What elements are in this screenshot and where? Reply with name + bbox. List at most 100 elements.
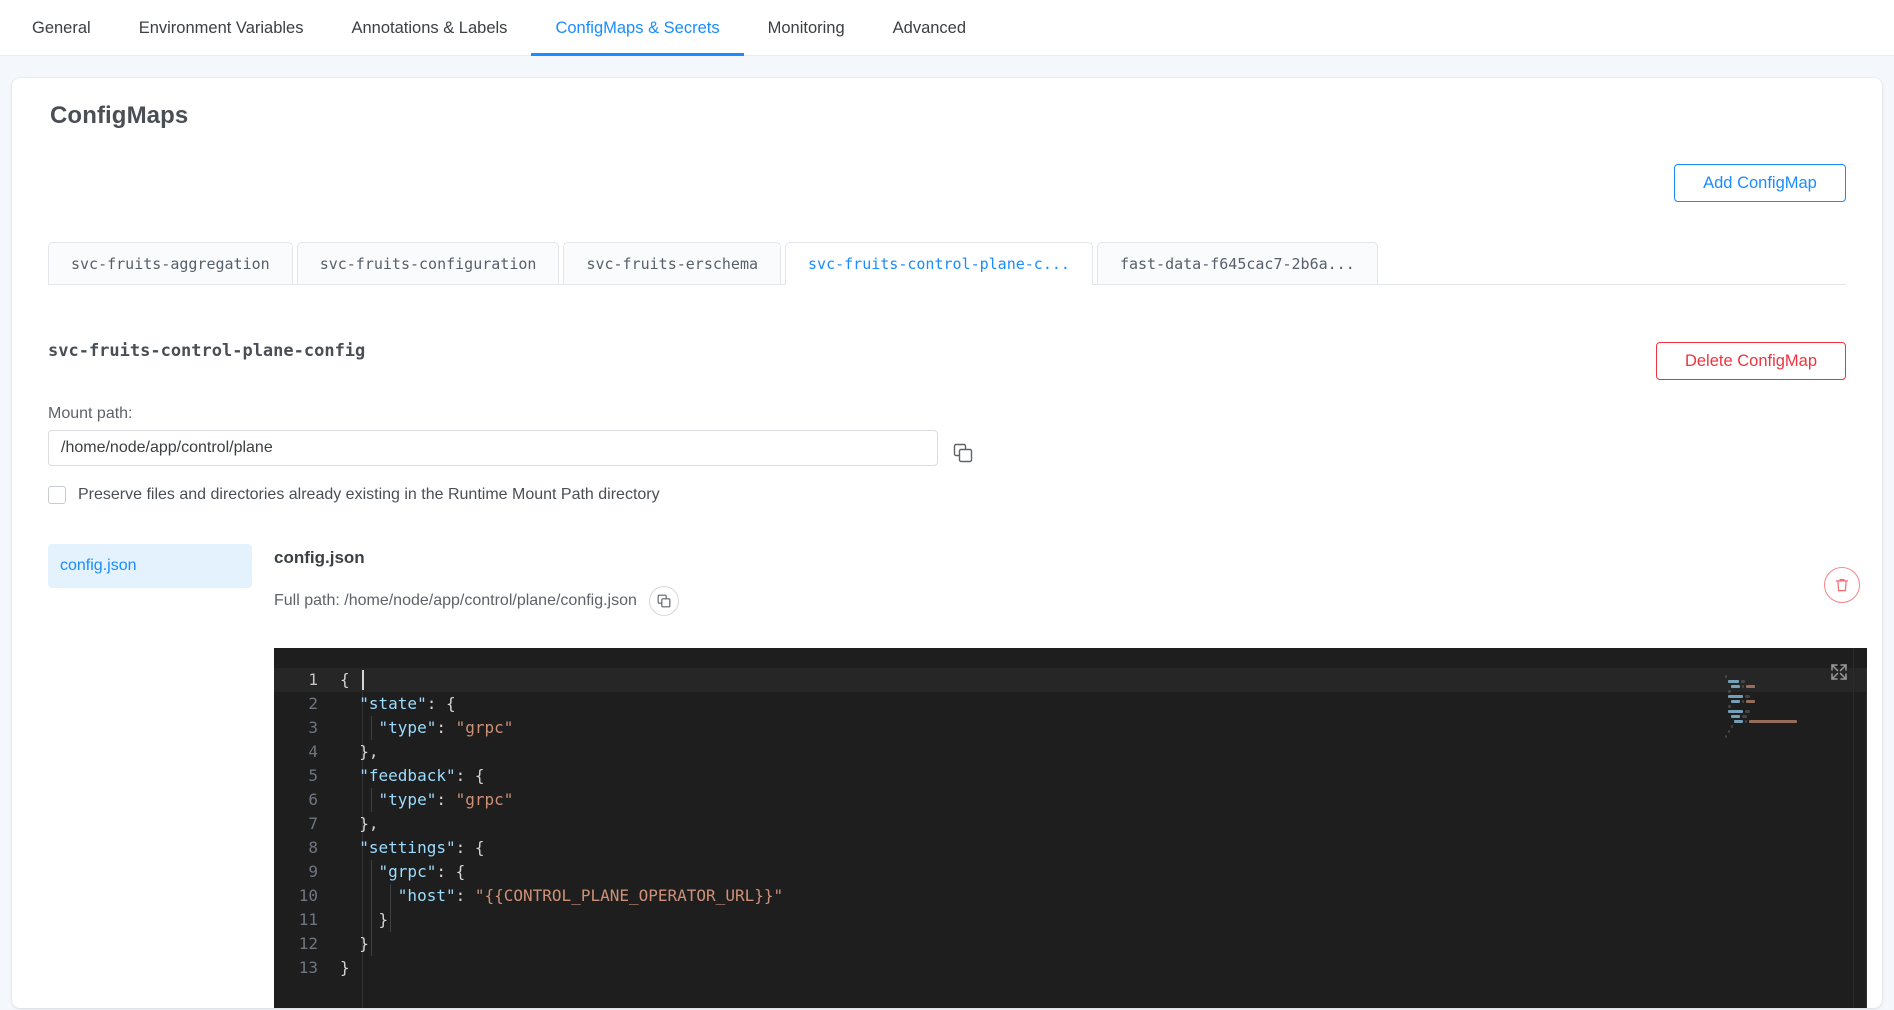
code-text: "type": "grpc" bbox=[340, 716, 514, 740]
code-text: } bbox=[340, 956, 350, 980]
indent-guide bbox=[371, 716, 372, 740]
code-line: 9 "grpc": { bbox=[274, 860, 1867, 884]
code-line: 7 }, bbox=[274, 812, 1867, 836]
token-str: "{{CONTROL_PLANE_OPERATOR_URL}}" bbox=[474, 886, 784, 905]
page-title: ConfigMaps bbox=[50, 102, 189, 129]
token-pun: : { bbox=[436, 862, 466, 881]
tab-monitoring[interactable]: Monitoring bbox=[744, 0, 869, 56]
code-text: }, bbox=[340, 740, 378, 764]
code-text: "settings": { bbox=[340, 836, 485, 860]
delete-file-button[interactable] bbox=[1824, 567, 1860, 603]
selected-configmap-name: svc-fruits-control-plane-config bbox=[48, 341, 366, 361]
settings-tab-bar: General Environment Variables Annotations … bbox=[0, 0, 1894, 56]
code-line: 13} bbox=[274, 956, 1867, 980]
minimap-token bbox=[1746, 700, 1755, 703]
line-number: 9 bbox=[308, 862, 318, 881]
token-pun: } bbox=[340, 958, 350, 977]
code-line: 2 "state": { bbox=[274, 692, 1867, 716]
token-str: "grpc" bbox=[455, 790, 514, 809]
preserve-files-label: Preserve files and directories already e… bbox=[78, 486, 660, 503]
selected-file-title: config.json bbox=[274, 548, 365, 567]
tab-annotations-labels[interactable]: Annotations & Labels bbox=[327, 0, 531, 56]
minimap-token bbox=[1734, 720, 1743, 723]
configmap-tab[interactable]: svc-fruits-control-plane-c... bbox=[785, 242, 1093, 285]
indent-guide bbox=[371, 788, 372, 812]
code-text: { bbox=[340, 668, 350, 692]
configmap-tab[interactable]: svc-fruits-erschema bbox=[563, 242, 782, 284]
minimap-token bbox=[1742, 715, 1747, 718]
line-number: 5 bbox=[308, 766, 318, 785]
preserve-files-checkbox[interactable] bbox=[48, 486, 66, 504]
tab-environment-variables[interactable]: Environment Variables bbox=[115, 0, 328, 56]
token-key: "feedback" bbox=[340, 766, 456, 785]
line-number: 10 bbox=[298, 886, 318, 905]
minimap-token bbox=[1728, 730, 1730, 733]
preserve-files-checkbox-row[interactable]: Preserve files and directories already e… bbox=[48, 486, 660, 504]
indent-guide bbox=[390, 908, 391, 932]
minimap-token bbox=[1740, 680, 1745, 683]
token-pun: }, bbox=[340, 814, 379, 833]
minimap-token bbox=[1749, 720, 1797, 723]
text-cursor bbox=[362, 670, 364, 690]
code-text: }, bbox=[340, 812, 379, 836]
tab-label: Environment Variables bbox=[138, 18, 304, 37]
line-number: 3 bbox=[308, 718, 318, 737]
tab-advanced[interactable]: Advanced bbox=[869, 0, 990, 56]
minimap-token bbox=[1745, 710, 1750, 713]
selected-file-path-row: Full path: /home/node/app/control/plane/… bbox=[274, 586, 679, 616]
configmap-tab[interactable]: svc-fruits-aggregation bbox=[48, 242, 293, 284]
file-list-item[interactable]: config.json bbox=[48, 544, 252, 588]
selected-file-path-text: Full path: /home/node/app/control/plane/… bbox=[274, 592, 637, 609]
code-line: 8 "settings": { bbox=[274, 836, 1867, 860]
minimap-token bbox=[1728, 695, 1743, 698]
tab-label: Advanced bbox=[892, 18, 967, 37]
code-line: 11 } bbox=[274, 908, 1867, 932]
code-line: 12 } bbox=[274, 932, 1867, 956]
editor-scrollbar[interactable] bbox=[1853, 648, 1867, 1008]
delete-configmap-button[interactable]: Delete ConfigMap bbox=[1656, 342, 1846, 380]
tab-configmaps-secrets[interactable]: ConfigMaps & Secrets bbox=[531, 0, 744, 56]
token-key: "type" bbox=[340, 790, 437, 809]
code-text: "feedback": { bbox=[340, 764, 484, 788]
expand-icon[interactable] bbox=[1829, 662, 1849, 682]
token-key: "host" bbox=[340, 886, 456, 905]
configmap-tab[interactable]: svc-fruits-configuration bbox=[296, 242, 560, 284]
code-text: } bbox=[340, 932, 369, 956]
editor-code-lines: 1{2 "state": {3 "type": "grpc" 4 }, 5 "fee… bbox=[274, 668, 1867, 980]
tab-general[interactable]: General bbox=[8, 0, 115, 56]
code-editor[interactable]: 1{2 "state": {3 "type": "grpc" 4 }, 5 "fee… bbox=[274, 648, 1867, 1008]
minimap-token bbox=[1728, 690, 1731, 693]
tab-label: ConfigMaps & Secrets bbox=[555, 18, 720, 37]
minimap-line bbox=[1725, 734, 1845, 739]
line-number: 4 bbox=[308, 742, 318, 761]
token-pun: : { bbox=[455, 838, 485, 857]
tab-label: Annotations & Labels bbox=[351, 18, 508, 37]
token-key: "settings" bbox=[340, 838, 456, 857]
editor-overview-ruler bbox=[1866, 668, 1867, 1008]
code-line: 4 }, bbox=[274, 740, 1867, 764]
add-configmap-button[interactable]: Add ConfigMap bbox=[1674, 164, 1846, 202]
minimap-token bbox=[1731, 715, 1740, 718]
configmap-tab[interactable]: fast-data-f645cac7-2b6a... bbox=[1096, 242, 1378, 284]
file-list: config.json bbox=[48, 544, 252, 588]
minimap-token bbox=[1731, 685, 1740, 688]
editor-minimap[interactable] bbox=[1725, 674, 1845, 754]
indent-guide bbox=[390, 884, 391, 908]
minimap-token bbox=[1746, 685, 1755, 688]
code-text: "host": "{{CONTROL_PLANE_OPERATOR_URL}}" bbox=[340, 884, 783, 908]
minimap-token bbox=[1745, 720, 1747, 723]
line-number: 12 bbox=[298, 934, 318, 953]
indent-guide bbox=[371, 932, 372, 956]
token-pun: } bbox=[340, 910, 389, 929]
code-line: 6 "type": "grpc" bbox=[274, 788, 1867, 812]
mount-path-input[interactable] bbox=[48, 430, 938, 466]
token-key: "state" bbox=[340, 694, 427, 713]
configmap-tab-strip: svc-fruits-aggregation svc-fruits-configu… bbox=[48, 242, 1846, 285]
code-text: "grpc": { bbox=[340, 860, 466, 884]
minimap-token bbox=[1728, 680, 1739, 683]
indent-guide bbox=[371, 860, 372, 884]
tab-label: Monitoring bbox=[767, 18, 845, 37]
copy-path-icon[interactable] bbox=[648, 586, 679, 616]
copy-icon[interactable] bbox=[952, 442, 974, 464]
code-text: } bbox=[340, 908, 389, 932]
